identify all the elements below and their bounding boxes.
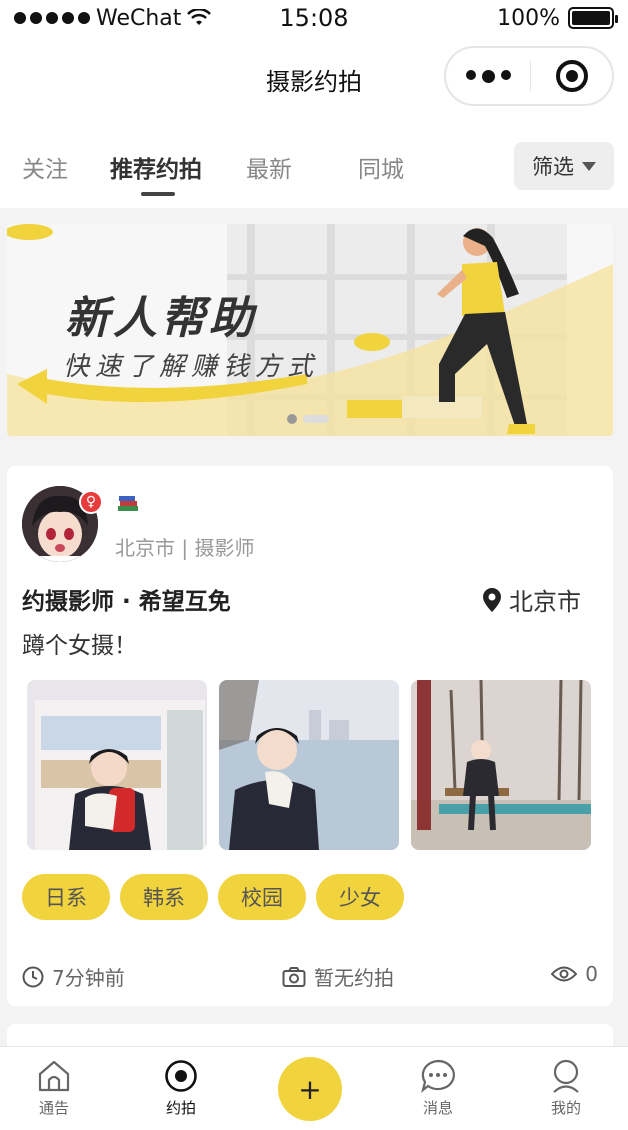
tab-latest[interactable]: 最新 [246,150,292,184]
carousel-indicator [287,414,329,424]
post-photo[interactable] [219,680,399,850]
post-title: 约摄影师 · 希望互免 [22,589,231,615]
post-location: 北京市 [483,582,581,617]
tabbar-item-me[interactable]: 我的 [521,1059,611,1118]
target-icon [555,60,588,92]
post-body: 蹲个女摄！ [22,633,137,659]
battery-percent: 100% [497,5,560,31]
tab-recommend[interactable]: 推荐约拍 [110,150,202,184]
photo-grid [27,680,591,850]
signal-icon [14,12,90,24]
more-icon[interactable] [446,69,530,83]
chat-icon [421,1059,455,1093]
location-label: 北京市 [509,588,581,616]
user-icon [553,1059,579,1093]
target-icon [165,1060,197,1092]
active-tab-indicator [141,192,175,196]
books-icon [118,496,138,511]
post-time: 7分钟前 [22,962,125,991]
time-label: 7分钟前 [52,966,125,990]
status-bar: WeChat 15:08 100% [0,0,628,36]
miniprogram-capsule [444,46,614,106]
navigation-bar: 摄影约拍 [0,36,628,124]
banner-subtitle: 快速了解赚钱方式 [63,352,320,382]
feed-tabs: 关注 推荐约拍 最新 同城 筛选 [0,124,628,208]
status-right: 100% [394,5,618,31]
tag-chip[interactable]: 韩系 [120,874,208,920]
banner-title: 新人帮助 [65,293,257,344]
tag-chip[interactable]: 校园 [218,874,306,920]
home-icon [38,1060,70,1092]
filter-button[interactable]: 筛选 [514,142,614,190]
clock: 15:08 [279,4,349,32]
plus-icon: + [298,1072,322,1106]
shoot-status: 暂无约拍 [282,962,394,991]
publish-button[interactable]: + [278,1057,342,1121]
close-miniprogram-button[interactable] [531,60,612,92]
camera-icon [282,966,306,987]
tag-chip[interactable]: 日系 [22,874,110,920]
tab-same-city[interactable]: 同城 [358,150,404,184]
wifi-icon [187,9,212,25]
post-photo[interactable] [411,680,591,850]
view-count-label: 0 [585,962,598,986]
eye-icon [551,966,578,982]
female-badge-icon: ♀ [79,490,103,514]
caret-down-icon [582,161,596,171]
tag-list: 日系 韩系 校园 少女 [22,874,404,920]
banner-carousel[interactable]: 新人帮助 快速了解赚钱方式 [7,224,613,436]
tabbar-label: 我的 [550,1099,581,1117]
clock-icon [22,966,44,987]
tabbar-label: 约拍 [165,1099,196,1117]
post-photo[interactable] [27,680,207,850]
location-pin-icon [483,587,501,612]
battery-icon [568,7,618,29]
filter-label: 筛选 [532,155,574,179]
tabbar-item-messages[interactable]: 消息 [393,1059,483,1118]
status-left: WeChat [14,6,234,31]
tabbar-item-notice[interactable]: 通告 [9,1059,99,1118]
tabbar-item-shoot[interactable]: 约拍 [136,1059,226,1118]
tabbar-label: 通告 [38,1099,69,1117]
tabbar-label: 消息 [422,1099,453,1117]
bottom-tab-bar: 通告 约拍 + 消息 我的 [0,1046,628,1130]
shoot-status-label: 暂无约拍 [314,966,394,990]
tag-chip[interactable]: 少女 [316,874,404,920]
carrier-label: WeChat [96,5,182,31]
user-meta: 北京市 | 摄影师 [115,536,255,560]
tab-follow[interactable]: 关注 [22,150,68,184]
view-count: 0 [551,962,598,986]
post-card[interactable]: ♀ 北京市 | 摄影师 约摄影师 · 希望互免 北京市 蹲个女摄！ 日系 韩系 … [7,466,613,1006]
